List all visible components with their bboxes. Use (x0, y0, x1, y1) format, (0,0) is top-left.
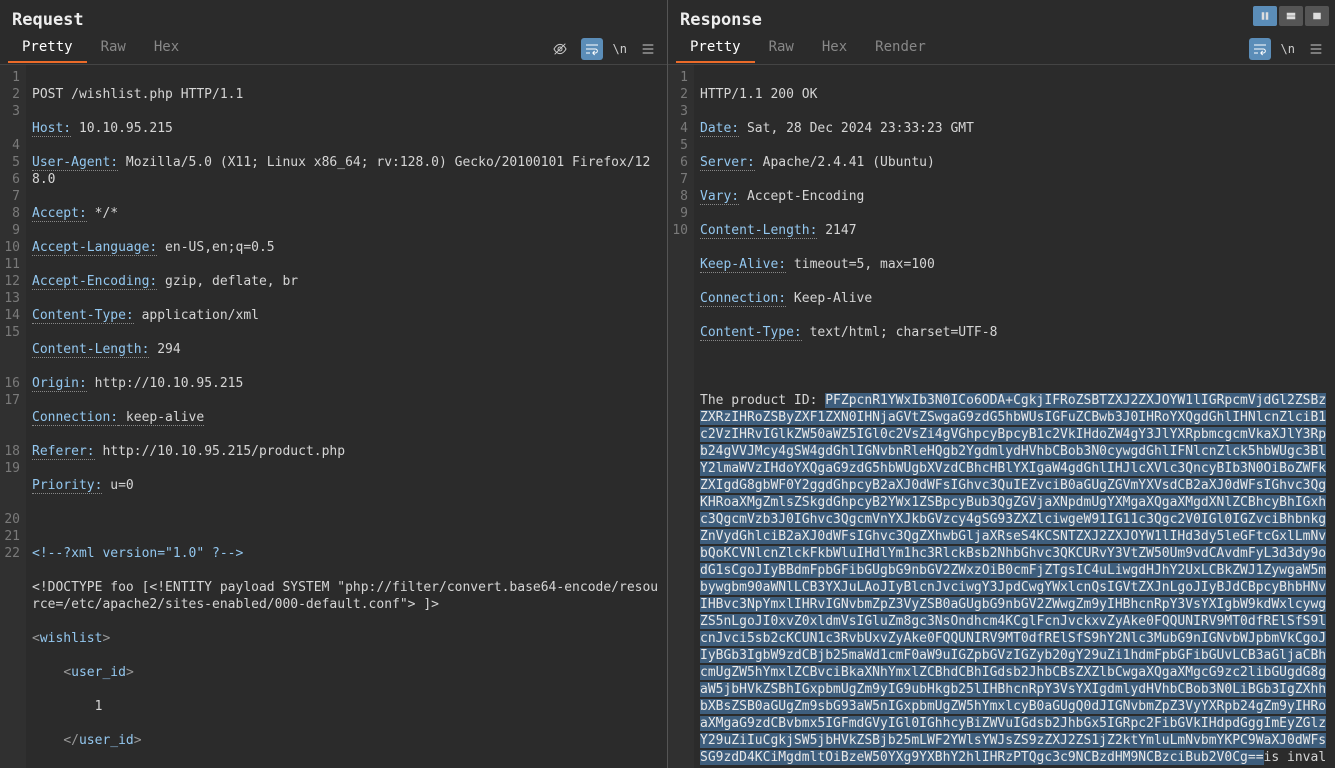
request-tabs-row: Pretty Raw Hex \n (0, 34, 667, 64)
response-pane: Response Pretty Raw Hex Render \n 1 (668, 0, 1335, 768)
layout-horizontal-icon[interactable] (1279, 6, 1303, 26)
request-gutter: 1 2 3 4 5 6 7 8 9 10 11 12 13 14 15 16 1… (0, 65, 26, 768)
request-editor[interactable]: 1 2 3 4 5 6 7 8 9 10 11 12 13 14 15 16 1… (0, 64, 667, 768)
request-tab-pretty[interactable]: Pretty (8, 35, 87, 63)
response-editor[interactable]: 1 2 3 4 5 6 7 8 9 10 HTTP/1.1 200 OK Dat… (668, 64, 1335, 768)
response-tabs-row: Pretty Raw Hex Render \n (668, 34, 1335, 64)
response-tab-raw[interactable]: Raw (755, 35, 808, 63)
response-tab-hex[interactable]: Hex (808, 35, 861, 63)
request-tab-raw[interactable]: Raw (87, 35, 140, 63)
request-tab-hex[interactable]: Hex (140, 35, 193, 63)
request-menu-icon[interactable] (637, 38, 659, 60)
visibility-off-icon[interactable] (549, 38, 571, 60)
response-title: Response (668, 0, 1335, 34)
layout-single-icon[interactable] (1305, 6, 1329, 26)
newline-indicator[interactable]: \n (613, 42, 627, 56)
request-code[interactable]: POST /wishlist.php HTTP/1.1 Host: 10.10.… (26, 65, 667, 768)
request-title: Request (0, 0, 667, 34)
newline-indicator[interactable]: \n (1281, 42, 1295, 56)
response-code[interactable]: HTTP/1.1 200 OK Date: Sat, 28 Dec 2024 2… (694, 65, 1335, 768)
response-top-controls (1253, 6, 1329, 26)
request-pane: Request Pretty Raw Hex \n (0, 0, 668, 768)
wrap-lines-icon[interactable] (581, 38, 603, 60)
wrap-lines-icon[interactable] (1249, 38, 1271, 60)
response-gutter: 1 2 3 4 5 6 7 8 9 10 (668, 65, 694, 768)
selected-base64[interactable]: PFZpcnR1YWxIb3N0ICo6ODA+CgkjIFRoZSBTZXJ2… (700, 393, 1326, 765)
response-tab-pretty[interactable]: Pretty (676, 35, 755, 63)
response-menu-icon[interactable] (1305, 38, 1327, 60)
response-tab-render[interactable]: Render (861, 35, 940, 63)
pause-intercept-icon[interactable] (1253, 6, 1277, 26)
